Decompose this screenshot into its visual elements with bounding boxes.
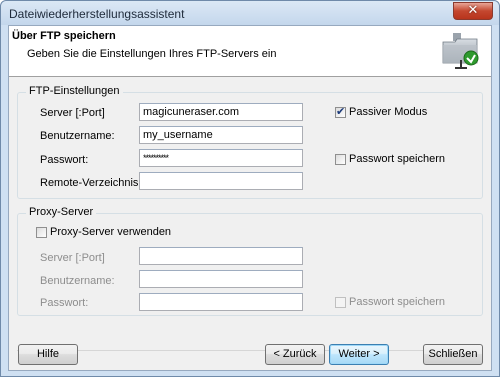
ftp-username-input[interactable] [139,126,303,144]
page-title: Über FTP speichern [12,30,116,42]
ftp-settings-title: FTP-Einstellungen [26,85,123,97]
title-bar[interactable]: Dateiwiederherstellungsassistent ✕ [1,1,499,25]
proxy-save-password-check-box[interactable] [335,296,346,308]
ftp-save-password-label: Passwort speichern [349,153,445,165]
next-button[interactable]: Weiter > [329,344,389,365]
use-proxy-check-box[interactable] [36,226,47,238]
proxy-username-label: Benutzername: [40,275,115,287]
client-area: Über FTP speichern Geben Sie die Einstel… [8,25,492,371]
folder-network-icon [442,33,479,69]
ftp-remote-dir-label: Remote-Verzeichnis: [40,177,142,189]
proxy-password-label: Passwort: [40,297,89,309]
proxy-save-password-label: Passwort speichern [349,296,445,308]
ftp-save-password-checkbox[interactable]: Passwort speichern [335,153,445,165]
ftp-save-password-check-box[interactable] [335,153,346,165]
ftp-remote-dir-input[interactable] [139,172,303,190]
proxy-server-label: Server [:Port] [40,252,105,264]
passive-mode-checkbox[interactable]: Passiver Modus [335,105,428,118]
wizard-window: Dateiwiederherstellungsassistent ✕ Über … [0,0,500,377]
proxy-title: Proxy-Server [26,206,97,218]
help-button[interactable]: Hilfe [18,344,78,365]
ftp-server-label: Server [:Port] [40,107,105,119]
window-title: Dateiwiederherstellungsassistent [9,7,185,21]
page-subtitle: Geben Sie die Einstellungen Ihres FTP-Se… [27,48,277,60]
ftp-server-input[interactable] [139,103,303,121]
passive-mode-label: Passiver Modus [349,106,428,118]
window-close-button[interactable]: ✕ [453,2,493,20]
wizard-header: Über FTP speichern Geben Sie die Einstel… [9,26,491,77]
proxy-password-input[interactable] [139,293,303,311]
use-proxy-checkbox[interactable]: Proxy-Server verwenden [36,226,171,238]
passive-mode-check-box[interactable] [335,105,346,118]
ftp-password-label: Passwort: [40,154,89,166]
proxy-username-input[interactable] [139,270,303,288]
close-icon: ✕ [467,3,479,18]
close-button[interactable]: Schließen [423,344,483,365]
ftp-password-input[interactable] [139,149,303,167]
use-proxy-label: Proxy-Server verwenden [50,226,172,238]
divider [17,350,483,351]
proxy-save-password-checkbox[interactable]: Passwort speichern [335,296,445,308]
proxy-server-input[interactable] [139,247,303,265]
ftp-username-label: Benutzername: [40,130,115,142]
back-button[interactable]: < Zurück [265,344,325,365]
